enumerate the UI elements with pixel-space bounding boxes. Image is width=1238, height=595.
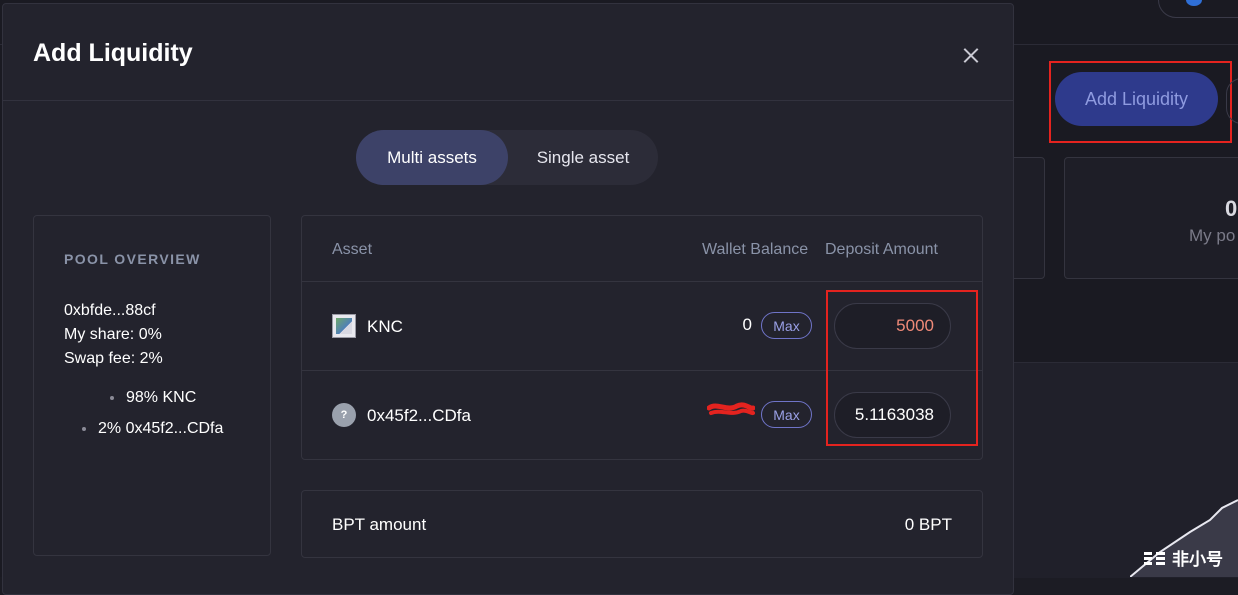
column-header-deposit-amount: Deposit Amount	[825, 241, 938, 258]
stat-label: My po	[1189, 226, 1236, 245]
bpt-amount-panel: BPT amount 0 BPT	[301, 490, 983, 558]
pool-address: 0xbfde...88cf	[64, 302, 156, 319]
stat-value: 0	[1225, 196, 1238, 221]
column-header-wallet-balance: Wallet Balance	[702, 241, 809, 258]
pool-swap-fee: Swap fee: 2%	[64, 350, 163, 367]
token-name: KNC	[367, 317, 403, 336]
add-liquidity-modal: Add Liquidity Multi assets Single asset …	[2, 3, 1014, 595]
row-divider	[302, 370, 982, 371]
token-image-icon	[332, 314, 356, 338]
row-divider	[302, 281, 982, 282]
watermark: 非小号	[1142, 545, 1223, 570]
bpt-amount-label: BPT amount	[332, 515, 427, 534]
unknown-token-icon: ?	[332, 403, 356, 427]
pool-overview-panel: POOL OVERVIEW 0xbfde...88cf My share: 0%…	[33, 215, 271, 556]
stat-card: 0 My po	[1064, 157, 1238, 279]
tab-single-asset[interactable]: Single asset	[508, 130, 658, 185]
asset-table: Asset Wallet Balance Deposit Amount KNC …	[301, 215, 983, 460]
pool-composition-label: 98% KNC	[126, 389, 197, 406]
wallet-balance: 0	[742, 315, 752, 334]
annotation-highlight-box	[1049, 61, 1232, 143]
token-name: 0x45f2...CDfa	[367, 406, 471, 425]
column-header-asset: Asset	[332, 241, 373, 258]
bpt-amount-value: 0 BPT	[904, 515, 952, 534]
watermark-logo-icon	[1142, 550, 1168, 566]
modal-header: Add Liquidity	[3, 4, 1013, 101]
bullet-icon	[110, 396, 114, 400]
bullet-icon	[82, 427, 86, 431]
watermark-text: 非小号	[1172, 550, 1223, 569]
deposit-amount-input[interactable]	[834, 303, 951, 349]
modal-title: Add Liquidity	[33, 39, 193, 67]
pool-overview-title: POOL OVERVIEW	[64, 251, 201, 267]
max-button[interactable]: Max	[761, 401, 812, 428]
pool-composition-item: 98% KNC	[110, 389, 196, 407]
redaction-scribble	[707, 402, 755, 416]
pool-composition-label: 2% 0x45f2...CDfa	[98, 420, 224, 437]
max-button[interactable]: Max	[761, 312, 812, 339]
pool-my-share: My share: 0%	[64, 326, 162, 343]
pool-composition-item: 2% 0x45f2...CDfa	[82, 420, 223, 438]
asset-mode-tabs: Multi assets Single asset	[356, 130, 658, 185]
close-icon[interactable]	[958, 43, 984, 69]
tab-multi-assets[interactable]: Multi assets	[356, 130, 508, 185]
deposit-amount-input[interactable]	[834, 392, 951, 438]
